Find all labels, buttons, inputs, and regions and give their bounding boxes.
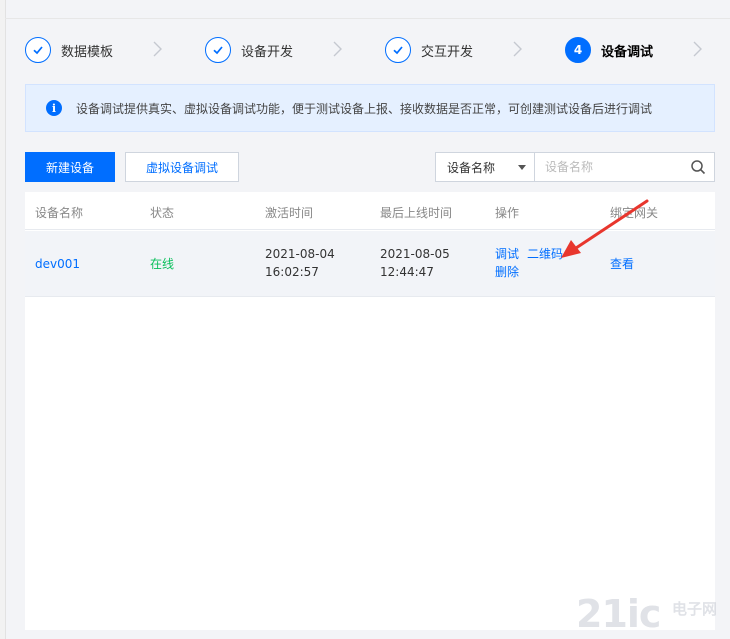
top-divider — [5, 18, 730, 19]
activated-date: 2021-08-04 — [265, 247, 335, 261]
delete-link[interactable]: 删除 — [495, 263, 519, 281]
watermark-text: 21ic — [576, 592, 661, 636]
check-icon — [25, 37, 51, 63]
status-badge: 在线 — [150, 257, 175, 271]
virtual-debug-button[interactable]: 虚拟设备调试 — [125, 152, 239, 182]
annotation-arrow-icon — [561, 199, 649, 258]
step-interaction-dev[interactable]: 交互开发 — [385, 36, 473, 64]
column-header: 操作 — [495, 206, 520, 220]
column-header: 激活时间 — [265, 206, 314, 220]
step-label: 交互开发 — [421, 44, 474, 60]
activated-time: 16:02:57 — [265, 265, 319, 279]
info-banner: i 设备调试提供真实、虚拟设备调试功能，便于测试设备上报、接收数据是否正常，可创… — [25, 84, 715, 132]
step-device-dev[interactable]: 设备开发 — [205, 36, 293, 64]
column-header: 设备名称 — [35, 206, 84, 220]
step-label: 设备开发 — [241, 44, 294, 60]
step-number: 4 — [565, 37, 591, 63]
step-data-template[interactable]: 数据模板 — [25, 36, 113, 64]
banner-text: 设备调试提供真实、虚拟设备调试功能，便于测试设备上报、接收数据是否正常，可创建测… — [76, 101, 653, 116]
column-header: 状态 — [150, 206, 175, 220]
caret-down-icon — [518, 165, 526, 170]
search-field-select[interactable]: 设备名称 — [435, 152, 535, 182]
column-header: 最后上线时间 — [380, 206, 453, 220]
chevron-right-icon — [153, 41, 162, 57]
check-icon — [385, 37, 411, 63]
step-label: 数据模板 — [61, 44, 114, 60]
last-online-date: 2021-08-05 — [380, 247, 450, 261]
step-label: 设备调试 — [601, 44, 654, 60]
search-icon[interactable] — [690, 159, 706, 175]
search-box — [535, 152, 715, 182]
chevron-right-icon — [513, 41, 522, 57]
step-device-debug[interactable]: 4 设备调试 — [565, 36, 653, 64]
search-input[interactable] — [535, 153, 685, 181]
info-icon: i — [46, 100, 62, 116]
device-name-link[interactable]: dev001 — [35, 255, 80, 273]
debug-link[interactable]: 调试 — [495, 245, 519, 263]
select-value: 设备名称 — [447, 160, 496, 175]
new-device-button[interactable]: 新建设备 — [25, 152, 115, 182]
check-icon — [205, 37, 231, 63]
chevron-right-icon — [693, 41, 702, 57]
watermark-cn: 电子网 — [672, 600, 718, 618]
chevron-right-icon — [333, 41, 342, 57]
watermark-logo: 21ic 电子网 — [576, 592, 726, 636]
last-online-time: 12:44:47 — [380, 265, 434, 279]
